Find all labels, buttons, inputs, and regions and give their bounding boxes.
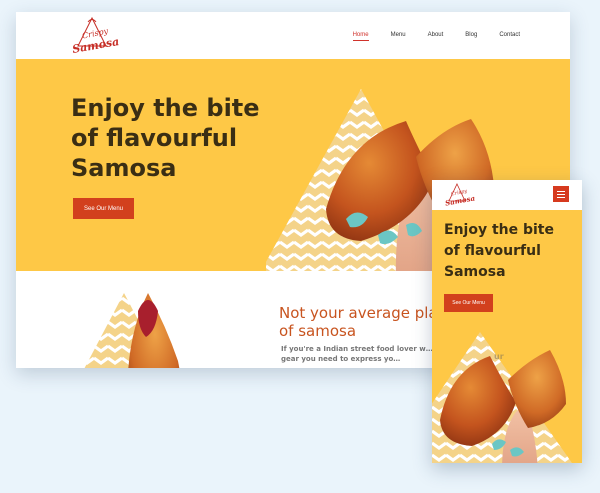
see-our-menu-button[interactable]: See Our Menu	[73, 198, 134, 219]
mobile-preview: Crispy Samosa Enjoy the bite of flavourf…	[432, 180, 582, 463]
hero-heading: Enjoy the bite of flavourful Samosa	[71, 94, 260, 182]
nav-blog[interactable]: Blog	[465, 32, 477, 41]
nav-menu[interactable]: Menu	[391, 32, 406, 41]
mobile-hero-heading: Enjoy the bite of flavourful Samosa	[444, 222, 554, 280]
hamburger-icon[interactable]	[553, 186, 569, 202]
main-menu: Home Menu About Blog Contact	[352, 32, 520, 41]
samosa-side-image	[84, 293, 180, 368]
mobile-navbar: Crispy Samosa	[432, 180, 582, 210]
mobile-samosa-image	[432, 332, 572, 463]
nav-contact[interactable]: Contact	[499, 32, 520, 41]
mobile-brand-logo[interactable]: Crispy Samosa	[444, 183, 476, 208]
nav-about[interactable]: About	[428, 32, 444, 41]
mobile-see-our-menu-button[interactable]: See Our Menu	[444, 294, 493, 312]
nav-home[interactable]: Home	[352, 32, 369, 41]
brand-logo[interactable]: Crispy Samosa	[70, 16, 120, 56]
mobile-partial-text: ur	[494, 352, 504, 361]
desktop-navbar: Crispy Samosa Home Menu About Blog Conta…	[16, 12, 570, 59]
